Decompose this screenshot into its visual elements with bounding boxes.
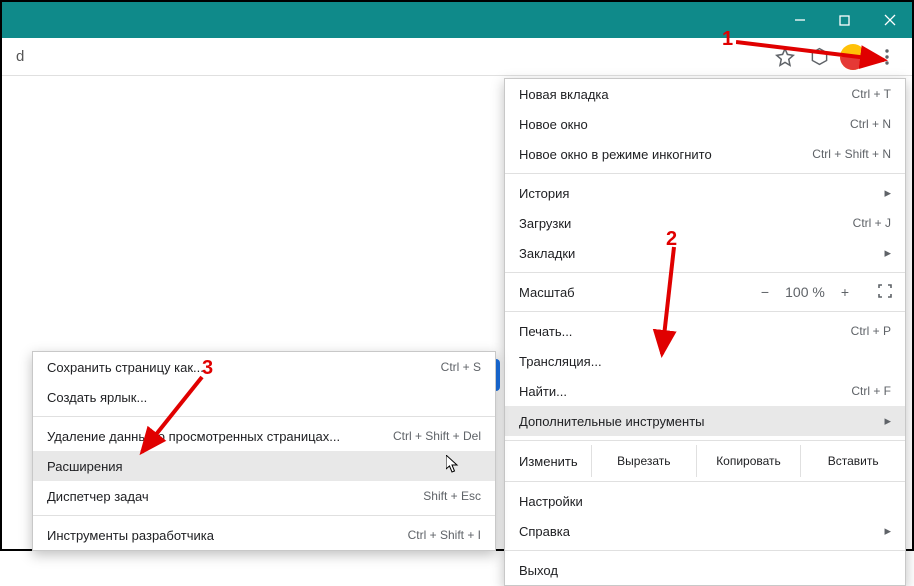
avatar-icon (840, 44, 866, 70)
menu-history[interactable]: История▸ (505, 178, 905, 208)
fullscreen-button[interactable] (865, 284, 905, 301)
browser-toolbar: d (2, 38, 912, 76)
submenu-clear-data[interactable]: Удаление данных о просмотренных страница… (33, 421, 495, 451)
chrome-menu-button[interactable] (870, 40, 904, 74)
fullscreen-icon (878, 284, 892, 298)
menu-print[interactable]: Печать...Ctrl + P (505, 316, 905, 346)
close-icon (884, 14, 896, 26)
menu-find[interactable]: Найти...Ctrl + F (505, 376, 905, 406)
extensions-icon (810, 47, 829, 66)
submenu-extensions[interactable]: Расширения (33, 451, 495, 481)
menu-new-tab[interactable]: Новая вкладкаCtrl + T (505, 79, 905, 109)
menu-settings[interactable]: Настройки (505, 486, 905, 516)
cut-button[interactable]: Вырезать (591, 445, 696, 477)
star-icon (775, 47, 795, 67)
kebab-icon (885, 49, 889, 65)
menu-more-tools[interactable]: Дополнительные инструменты▸ (505, 406, 905, 436)
extensions-button[interactable] (802, 40, 836, 74)
address-bar[interactable]: d (10, 48, 768, 65)
window-titlebar (2, 2, 912, 38)
paste-button[interactable]: Вставить (800, 445, 905, 477)
zoom-value: 100 % (785, 284, 825, 300)
submenu-task-manager[interactable]: Диспетчер задачShift + Esc (33, 481, 495, 511)
chevron-right-icon: ▸ (883, 413, 891, 429)
menu-zoom: Масштаб − 100 % + (505, 277, 905, 307)
menu-new-window[interactable]: Новое окноCtrl + N (505, 109, 905, 139)
bookmark-star-button[interactable] (768, 40, 802, 74)
menu-cast[interactable]: Трансляция... (505, 346, 905, 376)
submenu-save-as[interactable]: Сохранить страницу как...Ctrl + S (33, 352, 495, 382)
close-button[interactable] (867, 2, 912, 38)
menu-incognito[interactable]: Новое окно в режиме инкогнитоCtrl + Shif… (505, 139, 905, 169)
zoom-out-button[interactable]: − (745, 284, 785, 300)
menu-downloads[interactable]: ЗагрузкиCtrl + J (505, 208, 905, 238)
menu-bookmarks[interactable]: Закладки▸ (505, 238, 905, 268)
more-tools-submenu: Сохранить страницу как...Ctrl + S Создат… (32, 351, 496, 551)
chrome-main-menu: Новая вкладкаCtrl + T Новое окноCtrl + N… (504, 78, 906, 586)
minimize-icon (794, 14, 806, 26)
chevron-right-icon: ▸ (883, 245, 891, 261)
maximize-button[interactable] (822, 2, 867, 38)
maximize-icon (839, 15, 850, 26)
copy-button[interactable]: Копировать (696, 445, 801, 477)
menu-edit-row: Изменить Вырезать Копировать Вставить (505, 445, 905, 477)
submenu-create-shortcut[interactable]: Создать ярлык... (33, 382, 495, 412)
menu-exit[interactable]: Выход (505, 555, 905, 585)
zoom-in-button[interactable]: + (825, 284, 865, 300)
profile-button[interactable] (836, 40, 870, 74)
menu-help[interactable]: Справка▸ (505, 516, 905, 546)
submenu-dev-tools[interactable]: Инструменты разработчикаCtrl + Shift + I (33, 520, 495, 550)
chevron-right-icon: ▸ (883, 185, 891, 201)
minimize-button[interactable] (777, 2, 822, 38)
chevron-right-icon: ▸ (883, 523, 891, 539)
